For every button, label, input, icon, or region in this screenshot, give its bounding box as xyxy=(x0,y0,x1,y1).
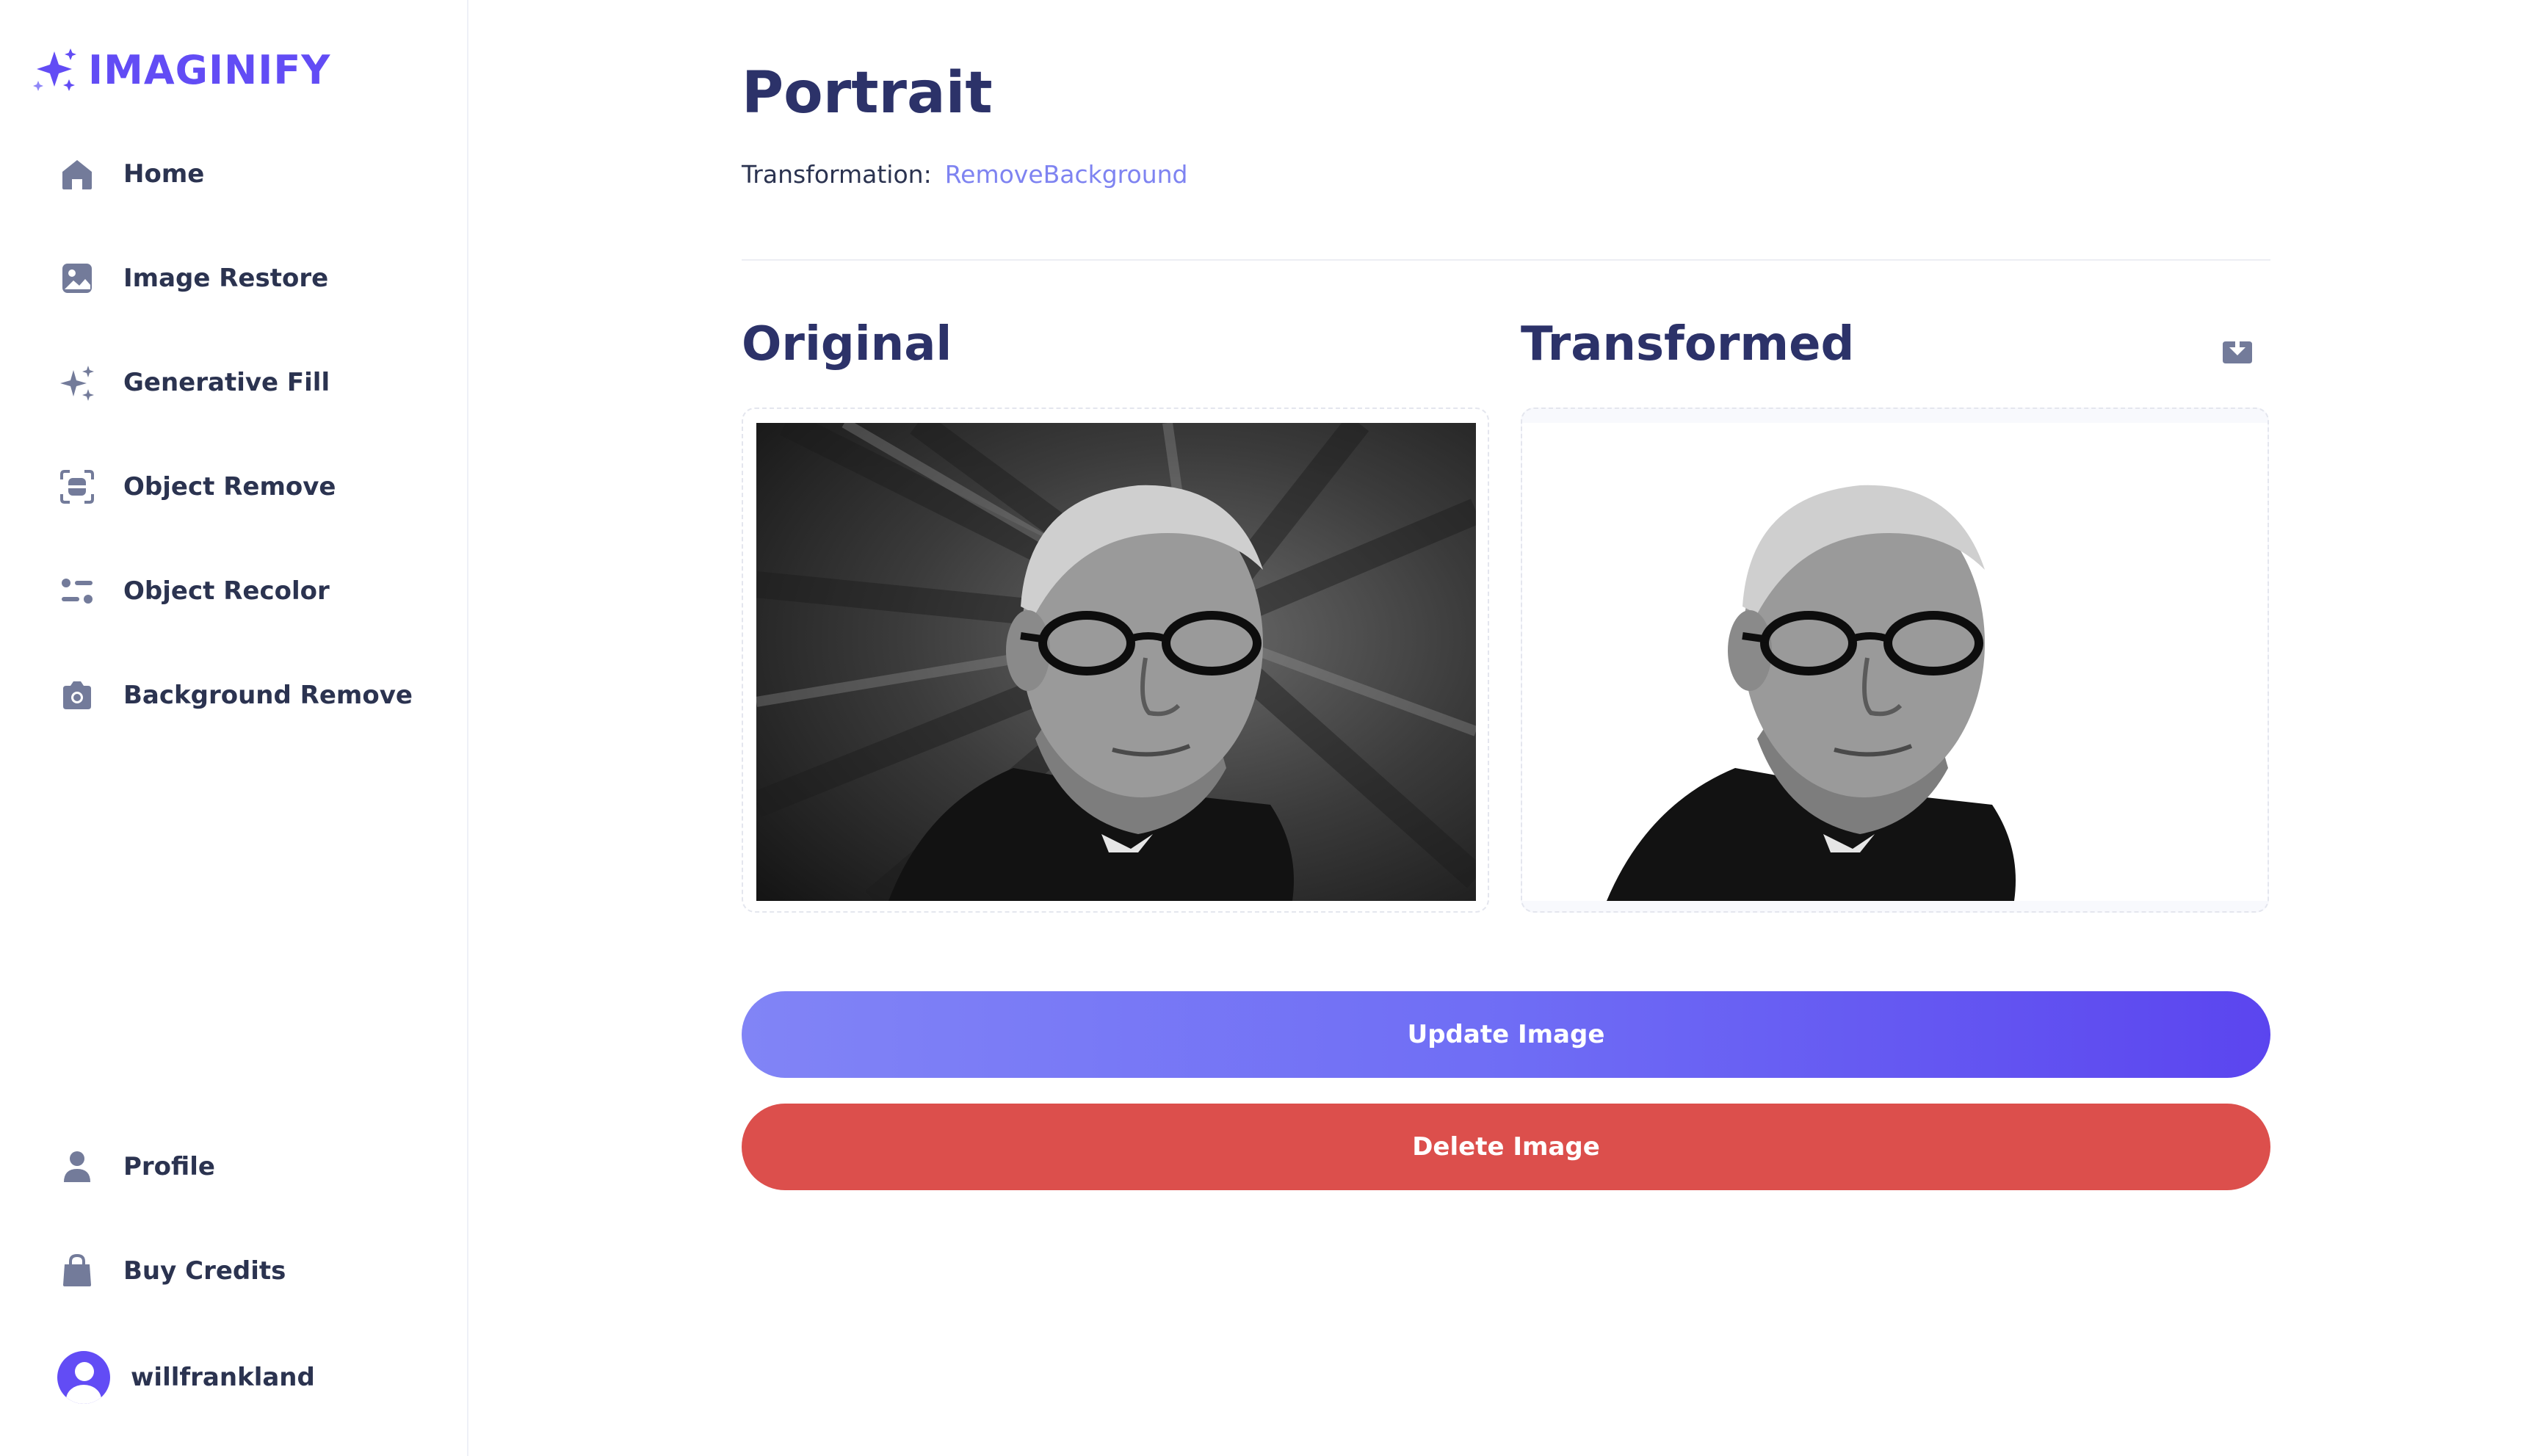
download-icon[interactable] xyxy=(2219,330,2256,367)
sidebar-item-image-restore[interactable]: Image Restore xyxy=(44,245,441,311)
home-icon xyxy=(44,141,110,207)
user-name: willfrankland xyxy=(131,1363,315,1392)
transformed-image-frame xyxy=(1521,408,2269,913)
sidebar-item-object-remove[interactable]: Object Remove xyxy=(44,454,441,520)
divider xyxy=(742,259,2270,261)
sidebar-item-label: Generative Fill xyxy=(123,368,330,397)
original-image-frame xyxy=(742,408,1489,913)
stars-icon xyxy=(44,349,110,416)
sidebar-item-profile[interactable]: Profile xyxy=(44,1134,441,1200)
sidebar-item-object-recolor[interactable]: Object Recolor xyxy=(44,558,441,624)
sidebar-item-label: Background Remove xyxy=(123,681,413,710)
page-title: Portrait xyxy=(742,60,993,126)
camera-icon xyxy=(44,662,110,728)
transformed-heading: Transformed xyxy=(1521,317,1855,372)
user-icon xyxy=(44,1134,110,1200)
user-account[interactable]: willfrankland xyxy=(57,1348,315,1407)
image-icon xyxy=(44,245,110,311)
sidebar-item-home[interactable]: Home xyxy=(44,141,441,207)
original-heading: Original xyxy=(742,317,952,372)
app-name: IMAGINIFY xyxy=(88,46,331,93)
sidebar-item-background-remove[interactable]: Background Remove xyxy=(44,662,441,728)
transformation-label: Transformation: xyxy=(742,160,932,189)
sidebar-item-label: Buy Credits xyxy=(123,1256,286,1286)
sparkle-logo-icon xyxy=(33,48,76,91)
sidebar-item-buy-credits[interactable]: Buy Credits xyxy=(44,1238,441,1304)
transformation-info: Transformation: RemoveBackground xyxy=(742,160,1188,189)
bag-icon xyxy=(44,1238,110,1304)
original-image xyxy=(756,423,1476,901)
app-logo[interactable]: IMAGINIFY xyxy=(32,44,330,95)
sidebar-item-label: Object Remove xyxy=(123,472,336,501)
sidebar-item-label: Profile xyxy=(123,1152,215,1181)
delete-image-button[interactable]: Delete Image xyxy=(742,1104,2270,1190)
filter-icon xyxy=(44,558,110,624)
sidebar-item-label: Home xyxy=(123,159,205,189)
sidebar-item-generative-fill[interactable]: Generative Fill xyxy=(44,349,441,416)
scan-icon xyxy=(44,454,110,520)
sidebar: IMAGINIFY Home Image Restore Generative … xyxy=(0,0,468,1456)
transformation-type: RemoveBackground xyxy=(944,160,1188,189)
sidebar-item-label: Object Recolor xyxy=(123,576,330,606)
transformed-image xyxy=(1522,423,2268,901)
sidebar-item-label: Image Restore xyxy=(123,264,329,293)
avatar-icon[interactable] xyxy=(57,1351,110,1404)
update-image-button[interactable]: Update Image xyxy=(742,991,2270,1078)
